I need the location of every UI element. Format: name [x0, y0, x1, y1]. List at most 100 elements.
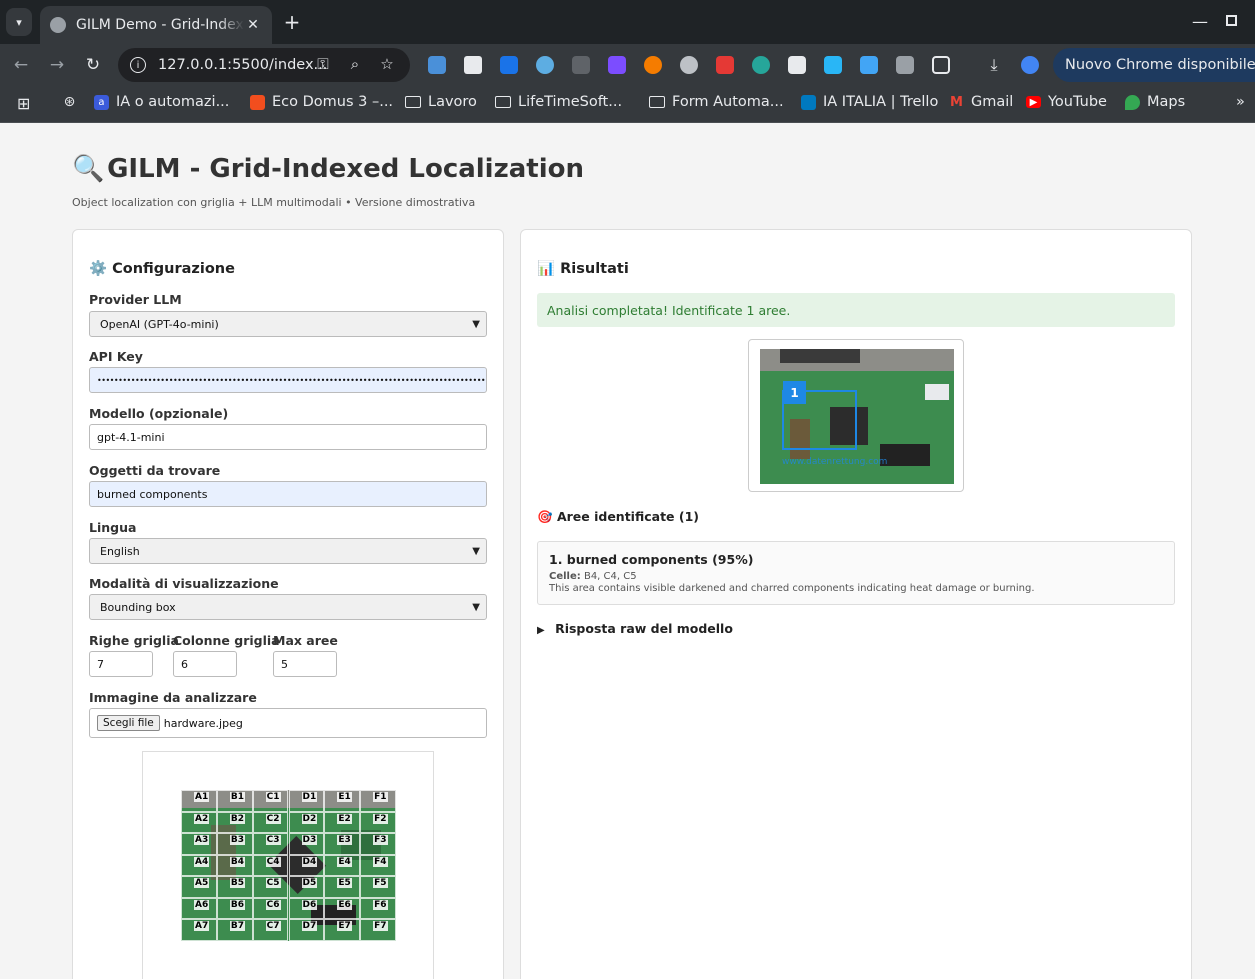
grid-cell: D5: [288, 876, 325, 898]
tab-search-chevron-icon[interactable]: ▾: [6, 8, 32, 36]
minimize-icon[interactable]: —: [1192, 12, 1208, 31]
bookmarks-overflow-icon[interactable]: »: [1236, 94, 1245, 110]
area-cells: Celle: B4, C4, C5: [549, 571, 637, 582]
extension-chat-icon[interactable]: [788, 56, 806, 74]
triangle-right-icon: ▶: [537, 625, 545, 636]
maximize-icon[interactable]: [1226, 15, 1237, 26]
pcb-result-image: www.datenrettung.com 1: [760, 349, 954, 484]
tab-close-icon[interactable]: ✕: [244, 17, 262, 33]
bookmark-item-form-automa[interactable]: Form Automa...: [649, 94, 784, 110]
provider-label: Provider LLM: [89, 292, 182, 307]
extensions-puzzle-icon[interactable]: [932, 56, 950, 74]
result-image: www.datenrettung.com 1: [748, 339, 964, 492]
address-bar[interactable]: i 127.0.0.1:5500/index...: [118, 48, 410, 82]
extension-pen-icon[interactable]: [464, 56, 482, 74]
extension-circle-icon[interactable]: [680, 56, 698, 74]
downloads-icon[interactable]: ⤓: [985, 56, 1003, 74]
extension-n-icon[interactable]: [860, 56, 878, 74]
extension-flag-icon[interactable]: [608, 56, 626, 74]
reload-icon[interactable]: ↻: [81, 53, 105, 77]
extension-camera-icon[interactable]: [896, 56, 914, 74]
grid-cell: E1: [324, 790, 361, 812]
profile-avatar-icon[interactable]: [1021, 56, 1039, 74]
grid-cell: B3: [216, 833, 253, 855]
extension-b-icon[interactable]: [572, 56, 590, 74]
grid-cell: D4: [288, 854, 325, 877]
objects-input[interactable]: burned components: [89, 481, 487, 507]
extension-screen-icon[interactable]: [500, 56, 518, 74]
tab-title: GILM Demo - Grid-Indexed Localization: [76, 17, 244, 33]
grid-cell: C4: [252, 854, 289, 877]
api-key-input[interactable]: ••••••••••••••••••••••••••••••••••••••••…: [89, 367, 487, 393]
forward-icon[interactable]: →: [45, 53, 69, 77]
grid-cell-label: C3: [265, 835, 281, 846]
grid-cell-label: F6: [373, 899, 388, 910]
grid-cell-label: C7: [265, 921, 281, 932]
bookmark-item-lavoro[interactable]: Lavoro: [405, 94, 477, 110]
chevron-down-icon: ▼: [472, 602, 480, 613]
pcb-image: A1 B1 C1 D1 E1 F1 A2 B2 C2 D2 E2 F2 A3 B3 C3 D3 E3 F3 A4 B4…: [181, 790, 396, 941]
apps-grid-icon[interactable]: ⊞: [17, 94, 30, 113]
raw-response-toggle[interactable]: ▶ Risposta raw del modello: [537, 621, 733, 636]
status-message: Analisi completata! Identificate 1 aree.: [537, 293, 1175, 327]
grid-cell: F5: [360, 876, 396, 898]
bookmark-item-maps[interactable]: Maps: [1125, 94, 1185, 110]
zoom-icon[interactable]: ⌕: [345, 54, 365, 74]
display-mode-select[interactable]: Bounding box ▼: [89, 594, 487, 620]
bookmark-a-icon: a: [94, 94, 109, 110]
back-icon[interactable]: ←: [9, 53, 33, 77]
area-marker: 1: [783, 381, 806, 404]
bookmark-star-icon[interactable]: ☆: [377, 54, 397, 74]
extension-download-icon[interactable]: [752, 56, 770, 74]
extension-p-icon[interactable]: [716, 56, 734, 74]
browser-tab[interactable]: GILM Demo - Grid-Indexed Localization ✕: [40, 6, 272, 44]
areas-heading: 🎯 Aree identificate (1): [537, 509, 699, 524]
area-title: 1. burned components (95%): [549, 552, 754, 567]
bookmark-item-trello[interactable]: IA ITALIA | Trello: [801, 94, 938, 110]
grid-cell: F7: [360, 919, 396, 941]
grid-cell-label: A7: [194, 921, 210, 932]
password-key-icon[interactable]: ⚿: [313, 54, 333, 74]
max-areas-input[interactable]: 5: [273, 651, 337, 677]
objects-label: Oggetti da trovare: [89, 463, 221, 478]
bookmark-item-lifetimesoft[interactable]: LifeTimeSoft...: [495, 94, 622, 110]
bookmark-item-youtube[interactable]: ▶ YouTube: [1026, 94, 1107, 110]
grid-cell: C2: [252, 811, 289, 834]
maps-icon: [1125, 94, 1140, 110]
grid-cell-label: C1: [265, 792, 281, 802]
extension-window-icon[interactable]: [824, 56, 842, 74]
provider-select[interactable]: OpenAI (GPT-4o-mini) ▼: [89, 311, 487, 337]
bookmark-openai-icon[interactable]: ⊛: [62, 94, 84, 110]
grid-cell: F4: [360, 854, 396, 877]
grid-cell-label: A6: [194, 899, 210, 910]
bookmark-item-gmail[interactable]: M Gmail: [949, 94, 1013, 110]
grid-rows-input[interactable]: 7: [89, 651, 153, 677]
model-input[interactable]: gpt-4.1-mini: [89, 424, 487, 450]
choose-file-button[interactable]: Scegli file: [97, 715, 160, 731]
extension-planet-icon[interactable]: [536, 56, 554, 74]
chrome-update-button[interactable]: Nuovo Chrome disponibile: [1053, 48, 1255, 82]
bookmark-item-eco-domus[interactable]: Eco Domus 3 –...: [250, 94, 393, 110]
grid-cell: E3: [324, 833, 361, 855]
site-info-icon[interactable]: i: [130, 57, 146, 73]
grid-cell: F3: [360, 833, 396, 855]
image-label: Immagine da analizzare: [89, 690, 257, 705]
extension-fox-icon[interactable]: [644, 56, 662, 74]
grid-cell-label: B5: [229, 878, 245, 889]
bookmark-item-ia-automazione[interactable]: a IA o automazi...: [94, 94, 229, 110]
grid-cell-label: A3: [194, 835, 210, 846]
extension-printer-icon[interactable]: [428, 56, 446, 74]
grid-cell-label: F1: [373, 792, 388, 802]
page-subtitle: Object localization con griglia + LLM mu…: [72, 196, 476, 209]
page-title: 🔍 GILM - Grid-Indexed Localization: [72, 154, 584, 184]
new-tab-icon[interactable]: +: [280, 10, 304, 34]
grid-cell-label: E5: [337, 878, 352, 889]
max-areas-label: Max aree: [273, 633, 338, 648]
config-heading: ⚙️ Configurazione: [89, 261, 235, 277]
grid-cell-label: F2: [373, 813, 388, 824]
image-file-input[interactable]: Scegli file hardware.jpeg: [89, 708, 487, 738]
language-select[interactable]: English ▼: [89, 538, 487, 564]
grid-cols-input[interactable]: 6: [173, 651, 237, 677]
youtube-icon: ▶: [1026, 96, 1041, 108]
grid-cell: A6: [181, 897, 217, 920]
